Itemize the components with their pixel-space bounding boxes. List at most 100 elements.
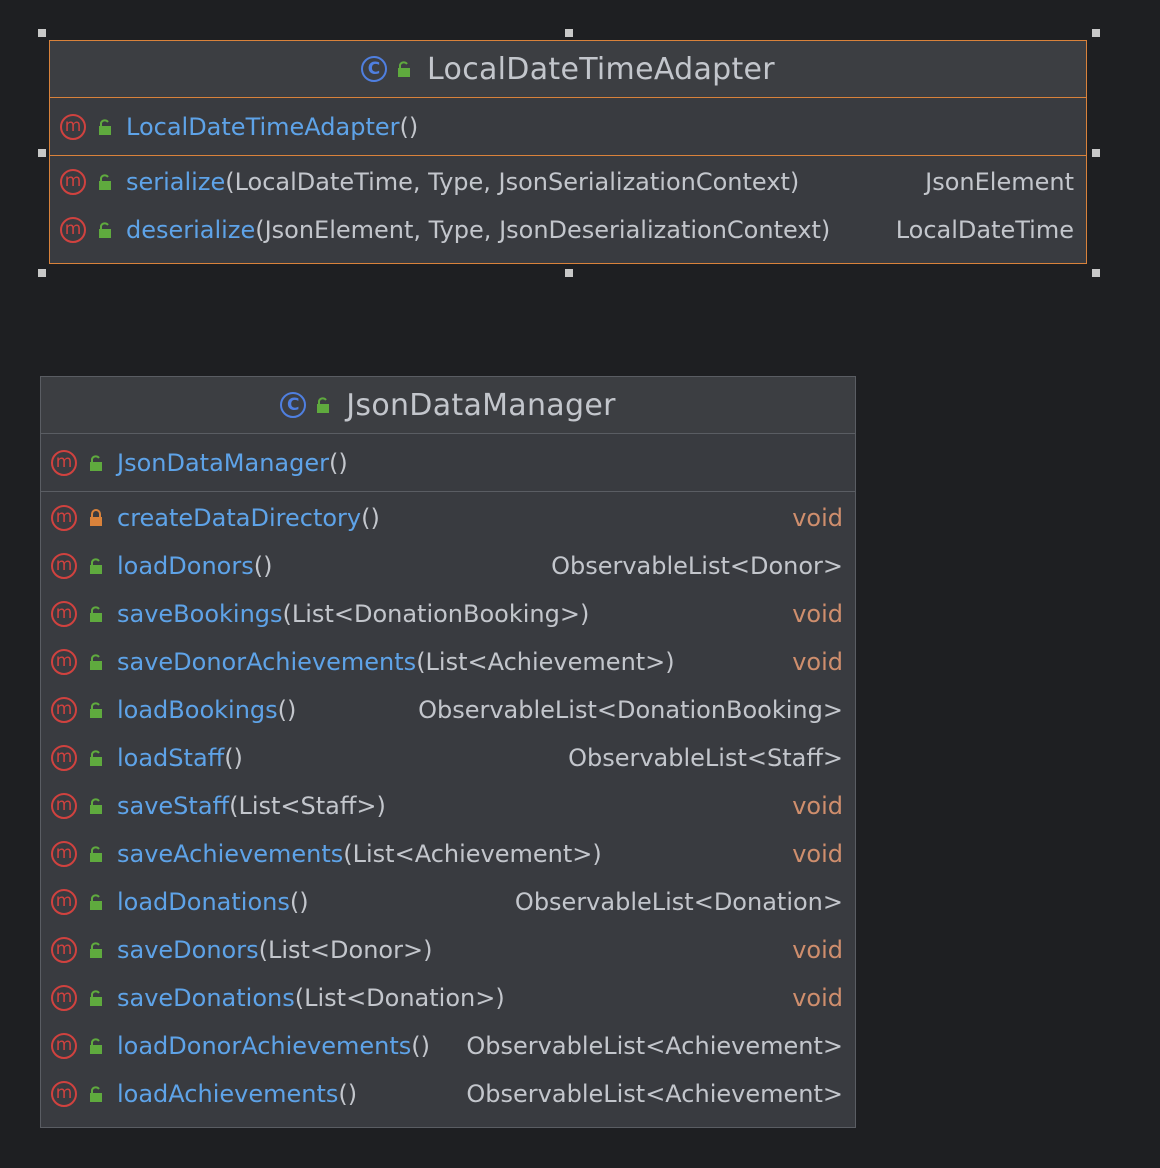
resize-handle-bottom-center[interactable] [565, 269, 573, 277]
method-row[interactable]: m serialize (LocalDateTime, Type, JsonSe… [50, 158, 1086, 206]
method-row[interactable]: m loadDonors () ObservableList<Donor> [41, 542, 855, 590]
return-type: void [792, 936, 843, 964]
public-visibility-icon [87, 845, 105, 863]
public-visibility-icon [395, 60, 413, 78]
method-icon: m [51, 1033, 77, 1059]
method-row[interactable]: m saveStaff (List<Staff>) void [41, 782, 855, 830]
constructors-section: m JsonDataManager () [41, 434, 855, 492]
methods-section: m createDataDirectory () void m loadDono… [41, 492, 855, 1118]
method-params: () [277, 696, 297, 724]
resize-handle-middle-right[interactable] [1092, 149, 1100, 157]
method-icon: m [51, 841, 77, 867]
return-type: LocalDateTime [895, 216, 1074, 244]
method-row[interactable]: m loadDonorAchievements () ObservableLis… [41, 1022, 855, 1070]
public-visibility-icon [87, 893, 105, 911]
class-header[interactable]: C JsonDataManager [41, 377, 855, 434]
method-row[interactable]: m saveDonations (List<Donation>) void [41, 974, 855, 1022]
method-params: () [338, 1080, 358, 1108]
private-visibility-icon [87, 509, 105, 527]
method-name: loadBookings [117, 696, 278, 724]
resize-handle-top-right[interactable] [1092, 29, 1100, 37]
class-icon: C [361, 56, 388, 82]
method-row[interactable]: m saveDonors (List<Donor>) void [41, 926, 855, 974]
public-visibility-icon [96, 118, 114, 136]
constructors-section: m LocalDateTimeAdapter () [50, 98, 1086, 156]
method-name: JsonDataManager [117, 449, 329, 477]
method-icon: m [51, 505, 77, 531]
return-type: void [792, 792, 843, 820]
method-row[interactable]: m loadAchievements () ObservableList<Ach… [41, 1070, 855, 1118]
method-params: (List<Achievement>) [416, 648, 675, 676]
public-visibility-icon [87, 989, 105, 1007]
public-visibility-icon [87, 941, 105, 959]
return-type: JsonElement [925, 168, 1074, 196]
method-icon: m [60, 114, 86, 140]
public-visibility-icon [87, 454, 105, 472]
method-row[interactable]: m loadStaff () ObservableList<Staff> [41, 734, 855, 782]
method-name: createDataDirectory [117, 504, 362, 532]
method-params: (List<Donation>) [294, 984, 505, 1012]
class-title: LocalDateTimeAdapter [427, 51, 775, 87]
public-visibility-icon [87, 653, 105, 671]
method-params: (List<Achievement>) [343, 840, 602, 868]
method-row[interactable]: m deserialize (JsonElement, Type, JsonDe… [50, 206, 1086, 254]
diagram-canvas[interactable]: C LocalDateTimeAdapter m LocalDateTimeAd… [0, 0, 1160, 1168]
public-visibility-icon [87, 557, 105, 575]
method-icon: m [60, 217, 86, 243]
class-title: JsonDataManager [346, 387, 616, 423]
resize-handle-bottom-right[interactable] [1092, 269, 1100, 277]
method-name: saveBookings [117, 600, 283, 628]
method-icon: m [51, 937, 77, 963]
return-type: ObservableList<Staff> [568, 744, 843, 772]
method-icon: m [51, 450, 77, 476]
method-name: loadStaff [117, 744, 225, 772]
method-row[interactable]: m loadBookings () ObservableList<Donatio… [41, 686, 855, 734]
return-type: void [792, 504, 843, 532]
method-name: saveDonorAchievements [117, 648, 417, 676]
method-params: () [328, 449, 348, 477]
method-name: saveStaff [117, 792, 230, 820]
public-visibility-icon [87, 605, 105, 623]
class-node-localdatetimeadapter[interactable]: C LocalDateTimeAdapter m LocalDateTimeAd… [49, 40, 1087, 264]
method-icon: m [51, 1081, 77, 1107]
method-name: saveAchievements [117, 840, 344, 868]
method-params: () [289, 888, 309, 916]
method-name: deserialize [126, 216, 256, 244]
method-row[interactable]: m saveBookings (List<DonationBooking>) v… [41, 590, 855, 638]
constructor-row[interactable]: m JsonDataManager () [41, 439, 855, 487]
public-visibility-icon [87, 1085, 105, 1103]
method-params: (List<DonationBooking>) [282, 600, 590, 628]
method-icon: m [51, 793, 77, 819]
constructor-row[interactable]: m LocalDateTimeAdapter () [50, 103, 1086, 151]
method-icon: m [51, 601, 77, 627]
return-type: ObservableList<DonationBooking> [418, 696, 843, 724]
method-name: loadDonors [117, 552, 254, 580]
method-params: () [399, 113, 419, 141]
class-node-jsondatamanager[interactable]: C JsonDataManager m JsonDataManager () m… [40, 376, 856, 1128]
method-icon: m [60, 169, 86, 195]
class-header[interactable]: C LocalDateTimeAdapter [50, 41, 1086, 98]
return-type: void [792, 840, 843, 868]
return-type: void [792, 648, 843, 676]
method-row[interactable]: m createDataDirectory () void [41, 494, 855, 542]
method-params: (LocalDateTime, Type, JsonSerializationC… [225, 168, 800, 196]
method-row[interactable]: m loadDonations () ObservableList<Donati… [41, 878, 855, 926]
resize-handle-bottom-left[interactable] [38, 269, 46, 277]
method-name: loadAchievements [117, 1080, 339, 1108]
resize-handle-top-left[interactable] [38, 29, 46, 37]
resize-handle-middle-left[interactable] [38, 149, 46, 157]
method-params: () [361, 504, 380, 532]
return-type: ObservableList<Donation> [514, 888, 843, 916]
method-name: loadDonorAchievements [117, 1032, 412, 1060]
class-icon: C [280, 392, 307, 418]
method-row[interactable]: m saveAchievements (List<Achievement>) v… [41, 830, 855, 878]
method-icon: m [51, 745, 77, 771]
method-icon: m [51, 697, 77, 723]
public-visibility-icon [96, 173, 114, 191]
return-type: void [792, 600, 843, 628]
method-row[interactable]: m saveDonorAchievements (List<Achievemen… [41, 638, 855, 686]
method-name: loadDonations [117, 888, 290, 916]
public-visibility-icon [87, 797, 105, 815]
method-params: () [253, 552, 273, 580]
resize-handle-top-center[interactable] [565, 29, 573, 37]
